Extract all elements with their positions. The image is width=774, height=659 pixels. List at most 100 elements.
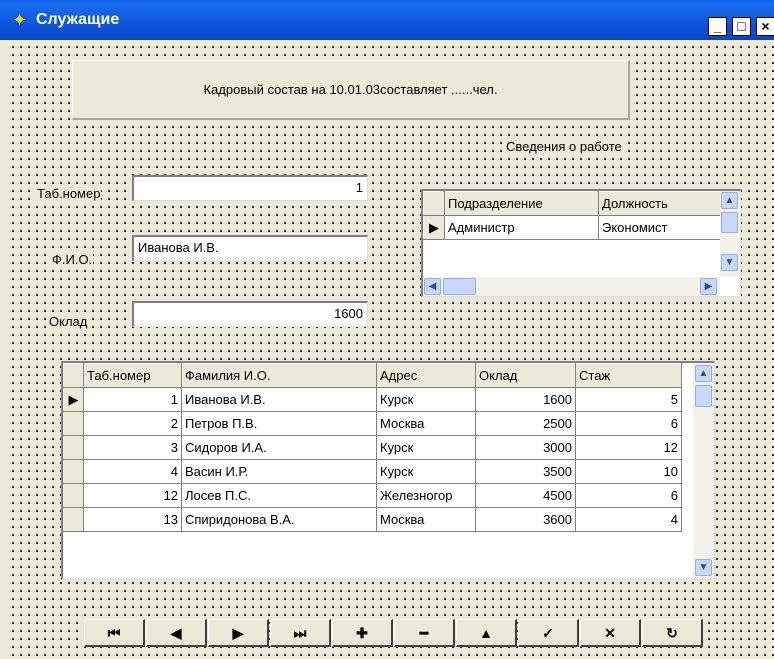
next-record-icon: ▶: [232, 625, 244, 641]
employees-grid[interactable]: Таб.номер Фамилия И.О. Адрес Оклад Стаж …: [61, 361, 715, 580]
scroll-up-icon[interactable]: ▲: [721, 192, 738, 209]
name-cell[interactable]: Иванова И.В.: [181, 387, 377, 412]
name-cell[interactable]: Петров П.В.: [181, 411, 377, 436]
table-row[interactable]: 2 Петров П.В. Москва 2500 6: [63, 411, 682, 436]
maximize-button[interactable]: □: [732, 17, 751, 36]
work-info-horizontal-scrollbar[interactable]: ◀ ▶: [423, 277, 720, 296]
close-button[interactable]: ×: [756, 17, 774, 36]
table-row[interactable]: ▶ 1 Иванова И.В. Курск 1600 5: [63, 387, 682, 412]
salary-cell[interactable]: 1600: [475, 387, 576, 412]
checkmark-icon: ✓: [542, 625, 554, 641]
salary-cell[interactable]: 3000: [475, 435, 576, 460]
work-info-row[interactable]: ▶ Администр Экономист: [423, 215, 721, 240]
employees-vertical-scrollbar[interactable]: ▲ ▼: [693, 363, 713, 579]
window-title: Служащие: [36, 11, 120, 28]
edit-up-icon: ▲: [479, 625, 493, 641]
title-bar[interactable]: ✦ Служащие _ □ ×: [0, 0, 774, 40]
work-info-grid[interactable]: Подразделение Должность ▶ Администр Экон…: [421, 189, 741, 297]
scroll-thumb[interactable]: [721, 212, 738, 233]
department-cell[interactable]: Администр: [444, 215, 599, 240]
salary-cell[interactable]: 3600: [475, 507, 576, 532]
column-header[interactable]: Таб.номер: [83, 363, 182, 388]
scroll-down-icon[interactable]: ▼: [721, 254, 738, 271]
tab-number-cell[interactable]: 4: [83, 459, 182, 484]
plus-icon: ✚: [356, 625, 368, 641]
post-edit-button[interactable]: ✓: [518, 619, 579, 647]
work-info-header-row: Подразделение Должность: [423, 191, 721, 216]
address-cell[interactable]: Москва: [376, 411, 476, 436]
first-record-icon: ⏮: [107, 625, 121, 641]
app-icon: ✦: [12, 10, 28, 30]
experience-cell[interactable]: 12: [575, 435, 682, 460]
row-indicator: [63, 507, 84, 532]
first-record-button[interactable]: ⏮: [84, 619, 145, 647]
tab-number-label: Таб.номер: [36, 186, 102, 202]
tab-number-cell[interactable]: 3: [83, 435, 182, 460]
current-row-indicator-icon: ▶: [63, 387, 84, 412]
tab-number-cell[interactable]: 1: [83, 387, 182, 412]
edit-record-button[interactable]: ▲: [456, 619, 517, 647]
refresh-data-button[interactable]: ↻: [642, 619, 703, 647]
column-header[interactable]: Подразделение: [444, 191, 599, 216]
insert-record-button[interactable]: ✚: [332, 619, 393, 647]
fio-label: Ф.И.О.: [51, 252, 94, 268]
salary-cell[interactable]: 4500: [475, 483, 576, 508]
table-row[interactable]: 4 Васин И.Р. Курск 3500 10: [63, 459, 682, 484]
work-info-table: Подразделение Должность ▶ Администр Экон…: [423, 191, 721, 240]
prior-record-button[interactable]: ◀: [146, 619, 207, 647]
name-cell[interactable]: Васин И.Р.: [181, 459, 377, 484]
address-cell[interactable]: Курск: [376, 387, 476, 412]
delete-record-button[interactable]: ━: [394, 619, 455, 647]
salary-cell[interactable]: 2500: [475, 411, 576, 436]
tab-number-cell[interactable]: 2: [83, 411, 182, 436]
address-cell[interactable]: Курск: [376, 459, 476, 484]
name-cell[interactable]: Спиридонова В.А.: [181, 507, 377, 532]
work-info-indicator-header: [423, 191, 445, 216]
current-row-indicator-icon: ▶: [423, 215, 445, 240]
table-row[interactable]: 12 Лосев П.С. Железногор 4500 6: [63, 483, 682, 508]
scroll-down-icon[interactable]: ▼: [695, 559, 712, 576]
refresh-icon: ↻: [666, 625, 678, 641]
table-row[interactable]: 13 Спиридонова В.А. Москва 3600 4: [63, 507, 682, 532]
work-info-vertical-scrollbar[interactable]: ▲ ▼: [720, 191, 739, 277]
staff-summary-panel: Кадровый состав на 10.01.03составляет ..…: [72, 60, 630, 120]
column-header[interactable]: Фамилия И.О.: [181, 363, 377, 388]
cancel-edit-button[interactable]: ✕: [580, 619, 641, 647]
table-row[interactable]: 3 Сидоров И.А. Курск 3000 12: [63, 435, 682, 460]
experience-cell[interactable]: 6: [575, 483, 682, 508]
column-header[interactable]: Оклад: [475, 363, 576, 388]
name-cell[interactable]: Сидоров И.А.: [181, 435, 377, 460]
scroll-up-icon[interactable]: ▲: [695, 365, 712, 382]
tab-number-cell[interactable]: 13: [83, 507, 182, 532]
minimize-button[interactable]: _: [708, 17, 727, 36]
work-info-label: Сведения о работе: [505, 139, 623, 155]
scroll-thumb[interactable]: [695, 385, 712, 407]
fio-field[interactable]: Иванова И.В.: [132, 235, 368, 261]
last-record-icon: ⏭: [293, 625, 307, 641]
column-header[interactable]: Адрес: [376, 363, 476, 388]
employees-window: ✦ Служащие _ □ × Кадровый состав на 10.0…: [0, 0, 774, 659]
name-cell[interactable]: Лосев П.С.: [181, 483, 377, 508]
scroll-right-icon[interactable]: ▶: [700, 278, 717, 295]
position-cell[interactable]: Экономист: [598, 215, 721, 240]
next-record-button[interactable]: ▶: [208, 619, 269, 647]
experience-cell[interactable]: 4: [575, 507, 682, 532]
cross-icon: ✕: [604, 625, 616, 641]
minus-icon: ━: [419, 625, 429, 641]
scroll-thumb[interactable]: [443, 278, 476, 295]
experience-cell[interactable]: 10: [575, 459, 682, 484]
salary-cell[interactable]: 3500: [475, 459, 576, 484]
employees-table: Таб.номер Фамилия И.О. Адрес Оклад Стаж …: [63, 363, 682, 532]
experience-cell[interactable]: 5: [575, 387, 682, 412]
experience-cell[interactable]: 6: [575, 411, 682, 436]
tab-number-cell[interactable]: 12: [83, 483, 182, 508]
address-cell[interactable]: Москва: [376, 507, 476, 532]
address-cell[interactable]: Железногор: [376, 483, 476, 508]
tab-number-field[interactable]: 1: [132, 175, 368, 201]
scroll-left-icon[interactable]: ◀: [424, 278, 441, 295]
column-header[interactable]: Должность: [598, 191, 721, 216]
address-cell[interactable]: Курск: [376, 435, 476, 460]
column-header[interactable]: Стаж: [575, 363, 682, 388]
last-record-button[interactable]: ⏭: [270, 619, 331, 647]
salary-field[interactable]: 1600: [132, 301, 368, 327]
